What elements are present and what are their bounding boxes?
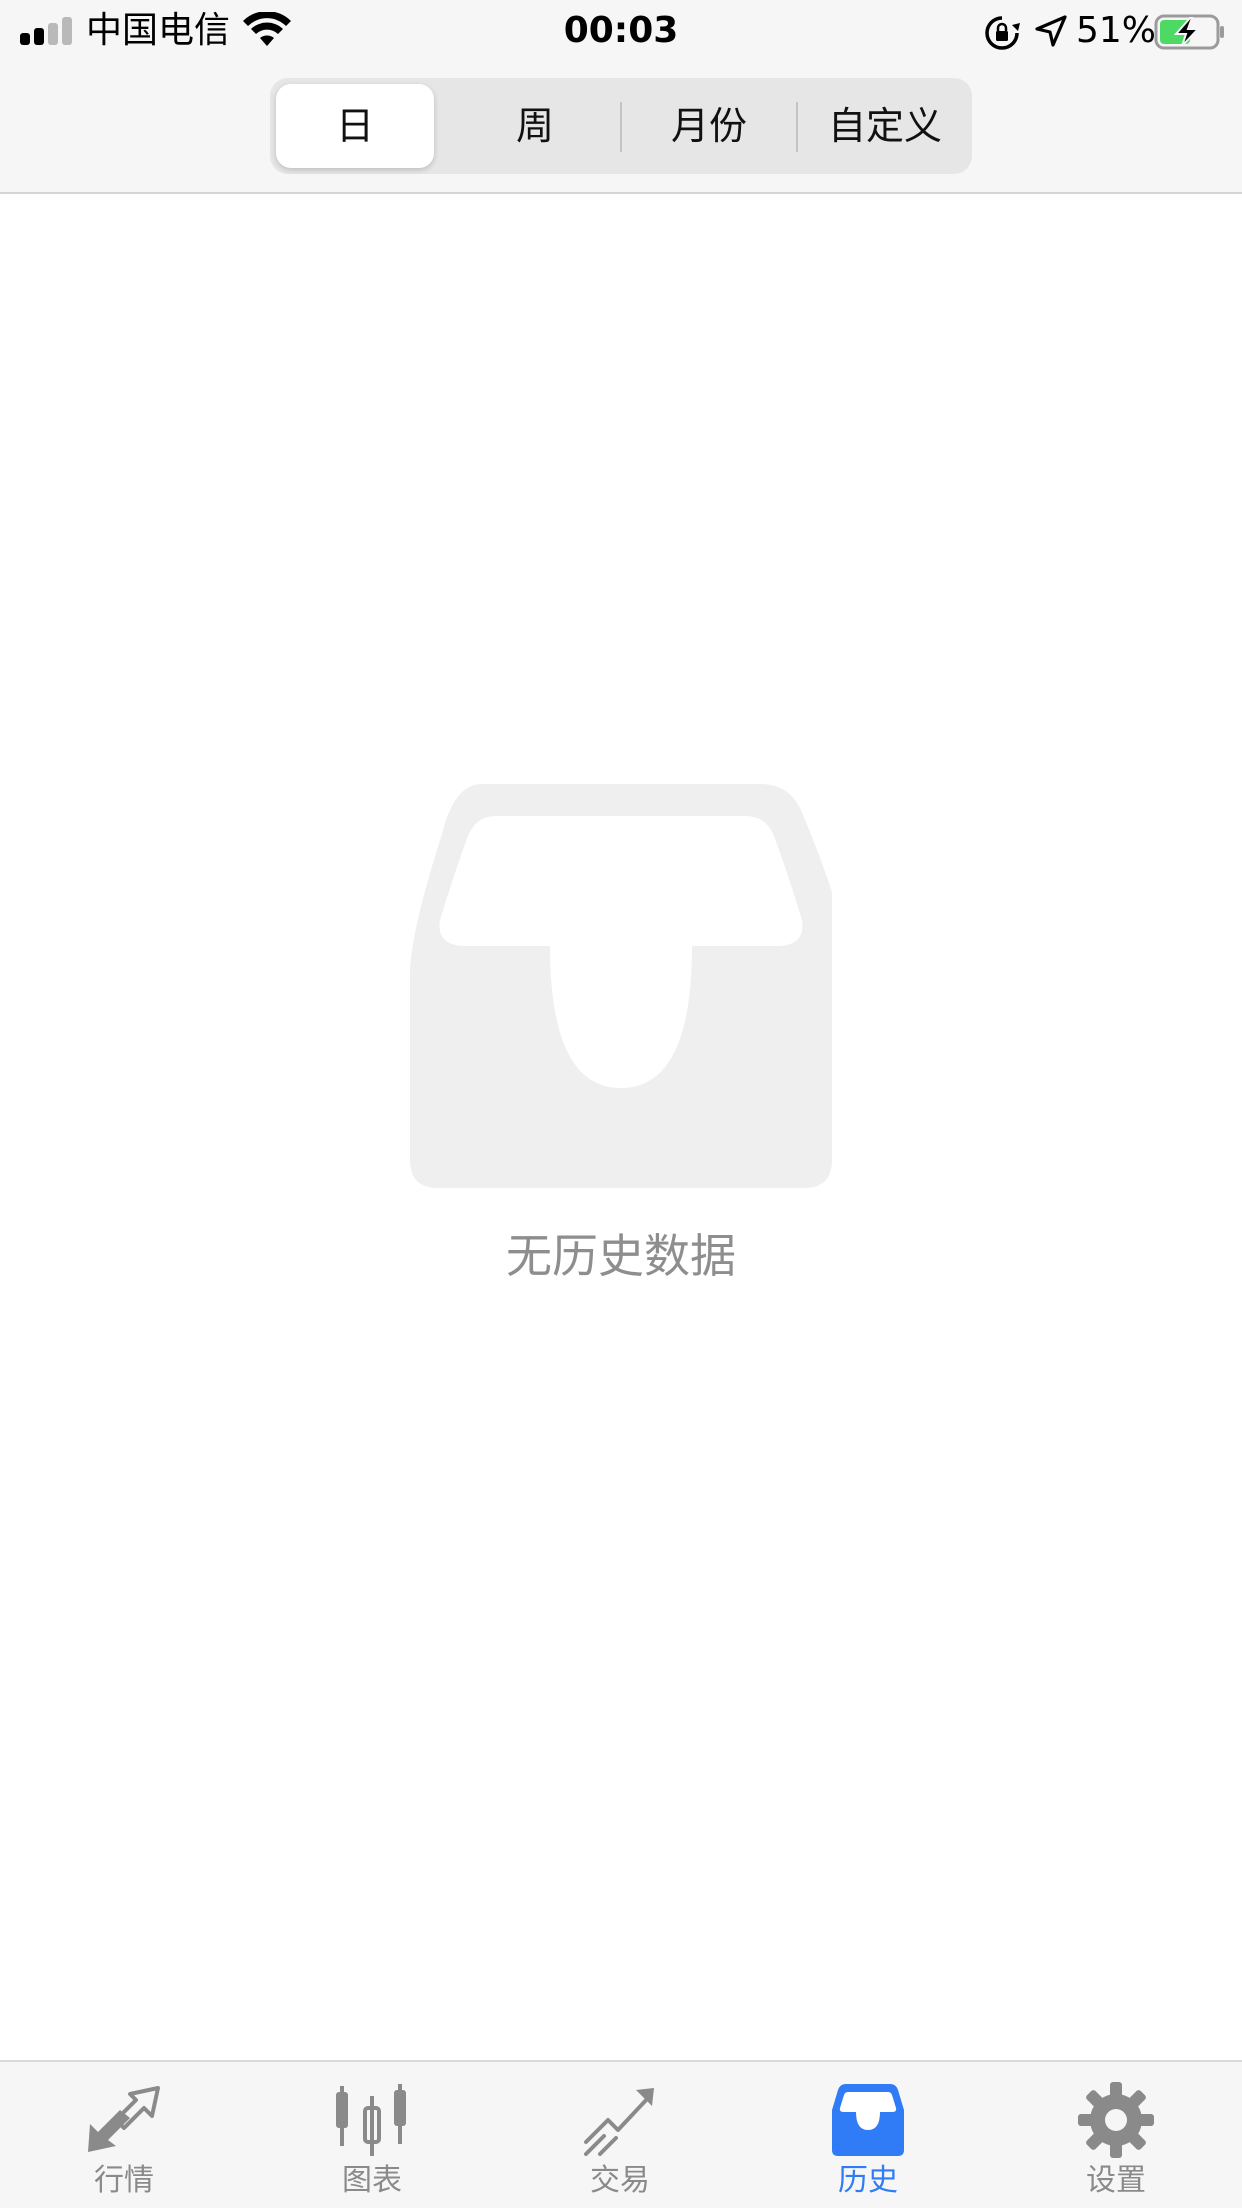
trade-trend-icon — [584, 2088, 654, 2156]
status-bar: 中国电信 00:03 51% — [0, 0, 1242, 64]
tab-trade[interactable]: 交易 — [496, 2062, 744, 2208]
segment-month[interactable]: 月份 — [622, 78, 796, 174]
segment-week[interactable]: 周 — [450, 78, 620, 174]
tab-label: 交易 — [590, 2163, 650, 2198]
candlestick-chart-icon — [336, 2084, 406, 2156]
history-tray-icon — [832, 2084, 904, 2156]
header-bar: 日 周 月份 自定义 — [0, 64, 1242, 194]
battery-percentage: 51% — [1076, 10, 1157, 51]
tab-settings[interactable]: 设置 — [992, 2062, 1240, 2208]
settings-gear-icon — [1078, 2082, 1154, 2158]
tab-label: 历史 — [838, 2163, 898, 2198]
empty-tray-icon — [410, 784, 832, 1188]
history-screen: 中国电信 00:03 51% 日 周 月份 自定义 无历史数据 行情 图表 交易… — [0, 0, 1242, 2208]
empty-state-message: 无历史数据 — [506, 1229, 736, 1283]
location-arrow-icon — [1035, 15, 1067, 47]
quotes-arrows-icon — [88, 2086, 160, 2152]
segment-day[interactable]: 日 — [276, 84, 434, 168]
tab-label: 设置 — [1086, 2163, 1146, 2198]
period-segmented-control: 日 周 月份 自定义 — [270, 78, 972, 174]
tab-history[interactable]: 历史 — [744, 2062, 992, 2208]
battery-charging-icon — [1154, 14, 1224, 50]
tab-label: 行情 — [94, 2163, 154, 2198]
tab-bar: 行情 图表 交易 历史 设置 — [0, 2060, 1242, 2208]
tab-quotes[interactable]: 行情 — [0, 2062, 248, 2208]
tab-label: 图表 — [342, 2163, 402, 2198]
segment-custom[interactable]: 自定义 — [798, 78, 972, 174]
rotation-lock-icon — [985, 16, 1020, 50]
tab-chart[interactable]: 图表 — [248, 2062, 496, 2208]
